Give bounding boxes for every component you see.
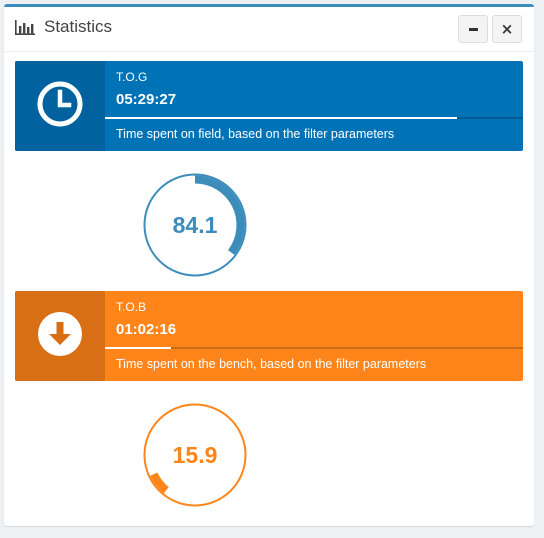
tob-knob[interactable]: 15.9 <box>142 402 248 508</box>
close-icon: × <box>500 19 514 38</box>
arrow-down-circle-icon <box>37 311 83 362</box>
statistics-panel: Statistics × T.O.G 05:29:27 Time spent o… <box>4 4 534 526</box>
close-button[interactable]: × <box>492 15 522 43</box>
bar-chart-icon <box>15 20 35 35</box>
panel-header: Statistics × <box>4 7 534 52</box>
panel-title: Statistics <box>44 17 113 36</box>
tog-knob-value: 84.1 <box>172 211 218 238</box>
clock-icon <box>37 81 83 132</box>
tob-info-box: T.O.B 01:02:16 Time spent on the bench, … <box>15 291 523 381</box>
tog-progress-fill <box>105 117 457 119</box>
tob-progress-bar <box>105 347 523 349</box>
tog-info-box: T.O.G 05:29:27 Time spent on field, base… <box>15 61 523 151</box>
tob-progress-fill <box>105 347 172 349</box>
tob-label: T.O.B <box>116 300 147 314</box>
tob-knob-value: 15.9 <box>172 441 218 468</box>
tob-description: Time spent on the bench, based on the fi… <box>116 357 427 371</box>
tob-value: 01:02:16 <box>116 321 177 338</box>
tog-description: Time spent on field, based on the filter… <box>116 127 395 141</box>
tog-label: T.O.G <box>116 70 148 84</box>
minus-icon <box>468 27 478 31</box>
tog-icon-area <box>15 61 105 151</box>
tob-icon-area <box>15 291 105 381</box>
tog-value: 05:29:27 <box>116 91 177 108</box>
minimize-button[interactable] <box>458 15 488 43</box>
tog-progress-bar <box>105 117 523 119</box>
tog-knob[interactable]: 84.1 <box>142 172 248 278</box>
